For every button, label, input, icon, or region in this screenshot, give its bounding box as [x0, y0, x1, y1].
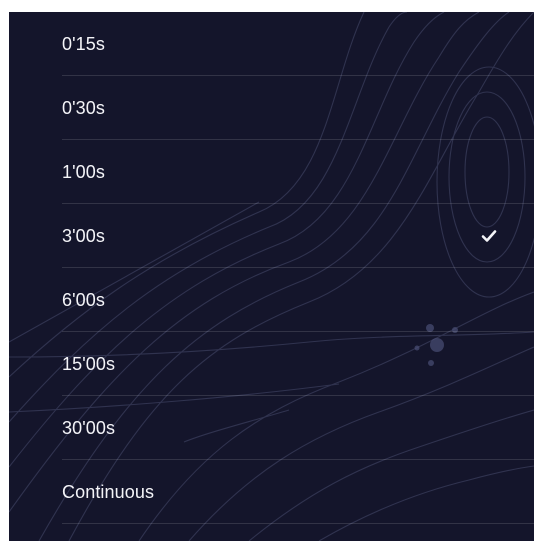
checkmark-icon — [481, 230, 497, 242]
list-item[interactable]: 0'30s — [9, 76, 534, 140]
duration-label: 30'00s — [62, 418, 116, 438]
list-item[interactable]: 15'00s — [9, 332, 534, 396]
list-item[interactable]: 0'15s — [9, 12, 534, 76]
list-item[interactable]: 1'00s — [9, 140, 534, 204]
duration-label: 3'00s — [62, 226, 105, 246]
duration-label: 0'30s — [62, 98, 105, 118]
duration-label: 0'15s — [62, 34, 105, 54]
list-item[interactable]: 30'00s — [9, 396, 534, 460]
duration-label: 15'00s — [62, 354, 116, 374]
duration-label: 6'00s — [62, 290, 105, 310]
duration-label: Continuous — [62, 482, 155, 502]
divider — [62, 523, 534, 524]
duration-label: 1'00s — [62, 162, 105, 182]
duration-panel: 0'15s 0'30s 1'00s 3'00s 6'00s 15'00s 30'… — [9, 12, 534, 541]
list-item-selected[interactable]: 3'00s — [9, 204, 534, 268]
list-item[interactable]: Continuous — [9, 460, 534, 524]
list-item[interactable]: 6'00s — [9, 268, 534, 332]
duration-list: 0'15s 0'30s 1'00s 3'00s 6'00s 15'00s 30'… — [9, 12, 534, 524]
